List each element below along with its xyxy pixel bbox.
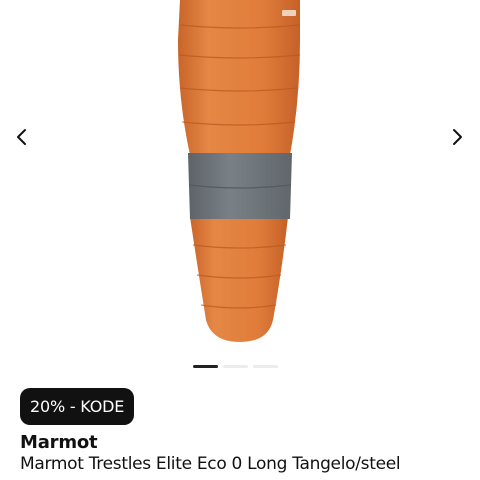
- next-image-button[interactable]: [440, 120, 474, 154]
- chevron-left-icon: [17, 129, 26, 145]
- image-pagination: [193, 365, 278, 368]
- product-image-gallery[interactable]: [0, 0, 480, 380]
- sleeping-bag-image: [178, 0, 301, 342]
- discount-badge: 20% - KODE: [20, 388, 135, 425]
- product-brand[interactable]: Marmot: [20, 432, 98, 453]
- previous-image-button[interactable]: [5, 120, 39, 154]
- pagination-dot[interactable]: [253, 365, 278, 368]
- chevron-right-icon: [453, 129, 462, 145]
- pagination-dot-active[interactable]: [193, 365, 218, 368]
- pagination-dot[interactable]: [223, 365, 248, 368]
- product-title[interactable]: Marmot Trestles Elite Eco 0 Long Tangelo…: [20, 454, 401, 474]
